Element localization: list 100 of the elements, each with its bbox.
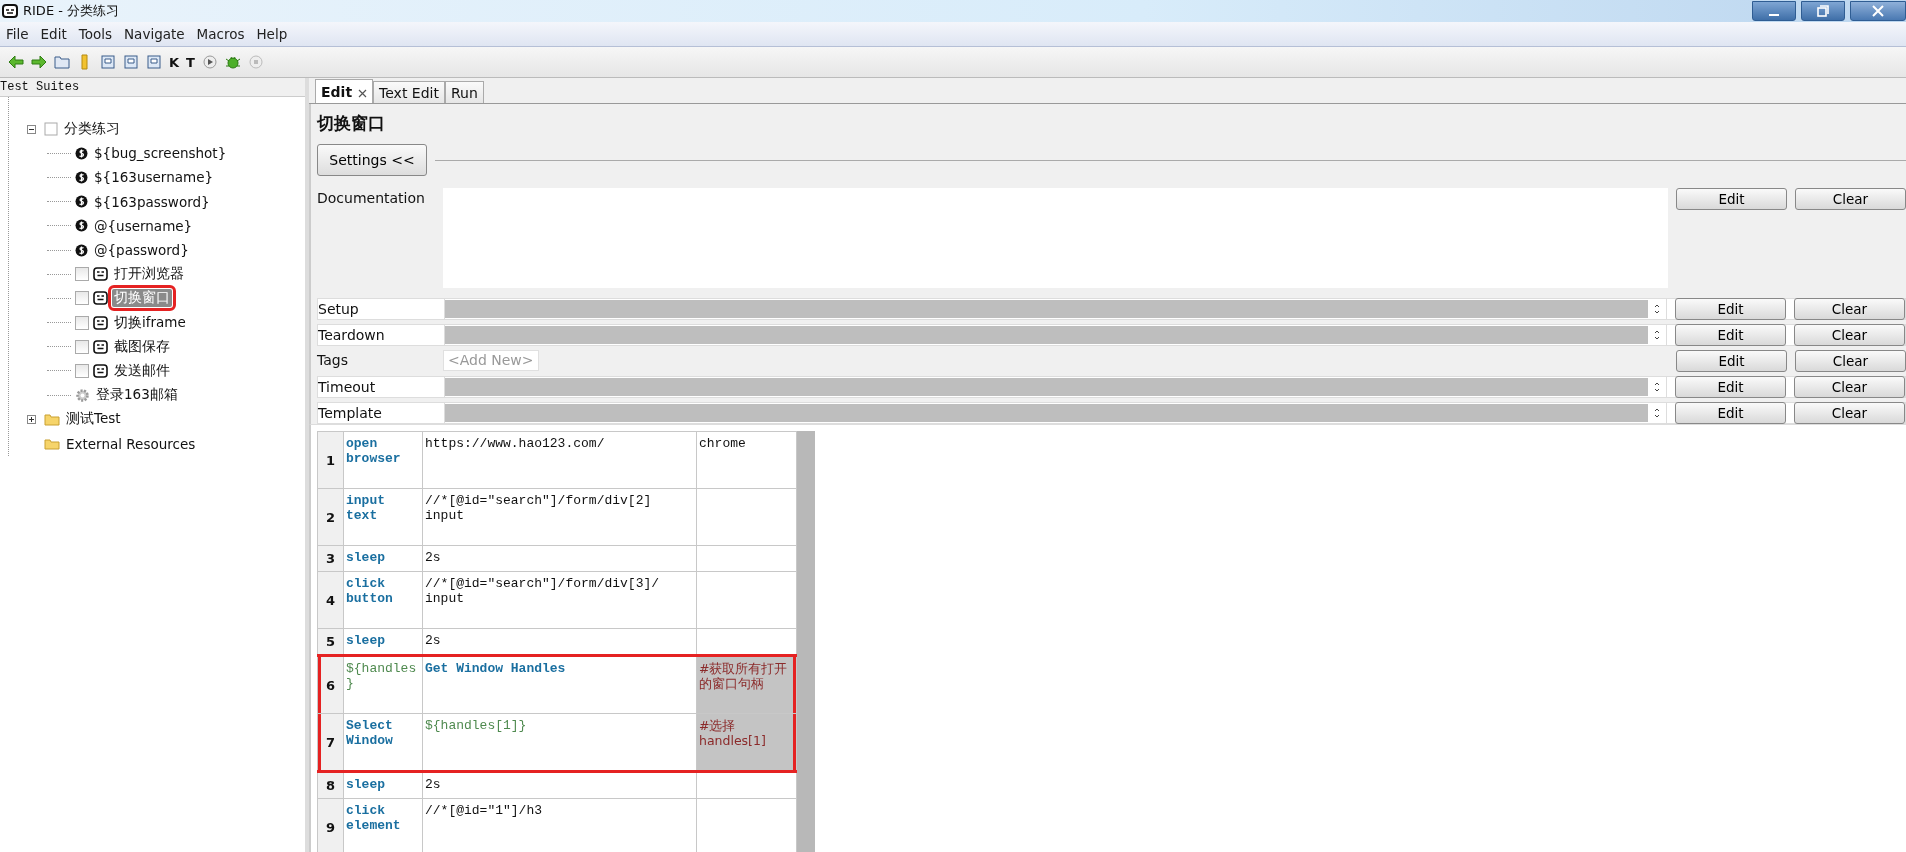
- save-icon[interactable]: [100, 54, 116, 70]
- tree-item[interactable]: External Resources: [64, 435, 198, 452]
- tree-item[interactable]: ${bug_screenshot}: [92, 145, 229, 162]
- clear-button[interactable]: Clear: [1795, 350, 1906, 372]
- clear-button[interactable]: Clear: [1794, 376, 1905, 398]
- row-number: 9: [317, 798, 344, 852]
- tab[interactable]: Edit: [315, 79, 374, 103]
- setting-field[interactable]: [444, 402, 1667, 424]
- setting-field[interactable]: [444, 298, 1667, 320]
- menu-item[interactable]: Navigate: [118, 26, 191, 42]
- grid-cell[interactable]: https://www.hao123.com/: [422, 431, 697, 489]
- clear-button[interactable]: Clear: [1795, 188, 1906, 210]
- tree-item[interactable]: ${163username}: [92, 169, 216, 186]
- setting-label: Teardown: [318, 326, 386, 345]
- tab[interactable]: Run: [444, 81, 484, 103]
- menu-item[interactable]: File: [0, 26, 35, 42]
- robot-icon: [93, 363, 108, 378]
- tree-item[interactable]: 打开浏览器: [112, 265, 186, 284]
- dollar-icon: [75, 170, 88, 184]
- tab[interactable]: Text Edit: [373, 81, 445, 103]
- close-icon: [1872, 5, 1884, 17]
- tree-item[interactable]: 切换iframe: [112, 313, 188, 332]
- spinner-icon[interactable]: [1653, 380, 1661, 394]
- bug-icon[interactable]: [224, 54, 241, 70]
- folder-icon[interactable]: [54, 54, 70, 70]
- edit-button[interactable]: Edit: [1676, 188, 1787, 210]
- checkbox[interactable]: [75, 363, 89, 378]
- restore-icon: [1817, 5, 1829, 17]
- expander-icon[interactable]: [27, 124, 36, 134]
- grid-cell[interactable]: [696, 771, 797, 799]
- suite-icon: [44, 122, 58, 137]
- grid-cell[interactable]: 2s: [422, 545, 697, 572]
- export-icon[interactable]: [146, 54, 162, 70]
- grid-cell[interactable]: open browser: [343, 431, 423, 489]
- setting-label: Timeout: [318, 378, 377, 397]
- tree-item[interactable]: 登录163邮箱: [94, 386, 180, 405]
- grid-cell[interactable]: 2s: [422, 771, 697, 799]
- grid-cell[interactable]: ${handles}: [343, 655, 423, 714]
- grid-cell[interactable]: click button: [343, 571, 423, 629]
- tree-item[interactable]: @{password}: [92, 242, 191, 259]
- edit-button[interactable]: Edit: [1675, 324, 1786, 346]
- tree-item[interactable]: 发送邮件: [112, 361, 172, 380]
- settings-toggle-button[interactable]: Settings <<: [317, 144, 427, 176]
- search-letter-button[interactable]: T: [186, 54, 195, 70]
- spinner-icon[interactable]: [1653, 328, 1661, 342]
- edit-button[interactable]: Edit: [1675, 376, 1786, 398]
- checkbox[interactable]: [75, 267, 89, 282]
- robot-icon: [93, 315, 108, 330]
- grid-cell[interactable]: [696, 545, 797, 572]
- minimize-icon: [1769, 14, 1779, 16]
- row-number: 8: [317, 771, 344, 799]
- tree-item[interactable]: ${163password}: [92, 193, 212, 210]
- menu-item[interactable]: Macros: [190, 26, 251, 42]
- setting-field[interactable]: [444, 376, 1667, 398]
- tree-item[interactable]: 测试Test: [64, 410, 123, 429]
- dollar-icon: [75, 146, 88, 160]
- row-number: 2: [317, 488, 344, 546]
- folder-icon: [44, 437, 60, 451]
- menu-item[interactable]: Edit: [34, 26, 73, 42]
- grid-cell[interactable]: sleep: [343, 771, 423, 799]
- edit-button[interactable]: Edit: [1676, 350, 1787, 372]
- restore-button[interactable]: [1801, 1, 1845, 21]
- grid-cell[interactable]: #选择handles[1]: [696, 713, 797, 772]
- checkbox[interactable]: [75, 339, 89, 354]
- grid-cell[interactable]: input text: [343, 488, 423, 546]
- search-letter-button[interactable]: K: [169, 54, 180, 70]
- grid-cell[interactable]: sleep: [343, 545, 423, 572]
- save-all-icon[interactable]: [123, 54, 139, 70]
- grid-cell[interactable]: click element: [343, 798, 423, 852]
- setting-field[interactable]: [444, 324, 1667, 346]
- grid-cell[interactable]: [696, 488, 797, 546]
- expander-icon[interactable]: [27, 414, 36, 424]
- back-arrow-icon[interactable]: [8, 54, 24, 70]
- play-icon[interactable]: [201, 54, 218, 70]
- tree-item[interactable]: 截图保存: [112, 337, 172, 356]
- row-number: 1: [317, 431, 344, 489]
- minimize-button[interactable]: [1752, 1, 1796, 21]
- menu-item[interactable]: Help: [250, 26, 294, 42]
- clear-button[interactable]: Clear: [1794, 402, 1905, 424]
- spinner-icon[interactable]: [1653, 302, 1661, 316]
- grid-cell[interactable]: #获取所有打开的窗口句柄: [696, 655, 797, 714]
- close-button[interactable]: [1850, 1, 1906, 21]
- menu-item[interactable]: Tools: [72, 26, 118, 42]
- spinner-icon[interactable]: [1653, 406, 1661, 420]
- grid-cell[interactable]: [696, 571, 797, 629]
- edit-button[interactable]: Edit: [1675, 402, 1786, 424]
- clear-button[interactable]: Clear: [1794, 324, 1905, 346]
- forward-arrow-icon[interactable]: [31, 54, 47, 70]
- tree-item[interactable]: @{username}: [92, 217, 195, 234]
- grid-cell[interactable]: chrome: [696, 431, 797, 489]
- checkbox[interactable]: [75, 291, 89, 306]
- grid-cell[interactable]: Select Window: [343, 713, 423, 772]
- grid-cell[interactable]: Get Window Handles: [422, 655, 697, 714]
- edit-button[interactable]: Edit: [1675, 298, 1786, 320]
- close-icon[interactable]: [358, 89, 368, 98]
- tree-item[interactable]: 分类练习: [62, 120, 122, 139]
- checkbox[interactable]: [75, 315, 89, 330]
- clear-button[interactable]: Clear: [1794, 298, 1905, 320]
- grid-cell[interactable]: //*[@id="search"]/form/div[2] input: [422, 488, 697, 546]
- grid-cell[interactable]: //*[@id="search"]/form/div[3]/ input: [422, 571, 697, 629]
